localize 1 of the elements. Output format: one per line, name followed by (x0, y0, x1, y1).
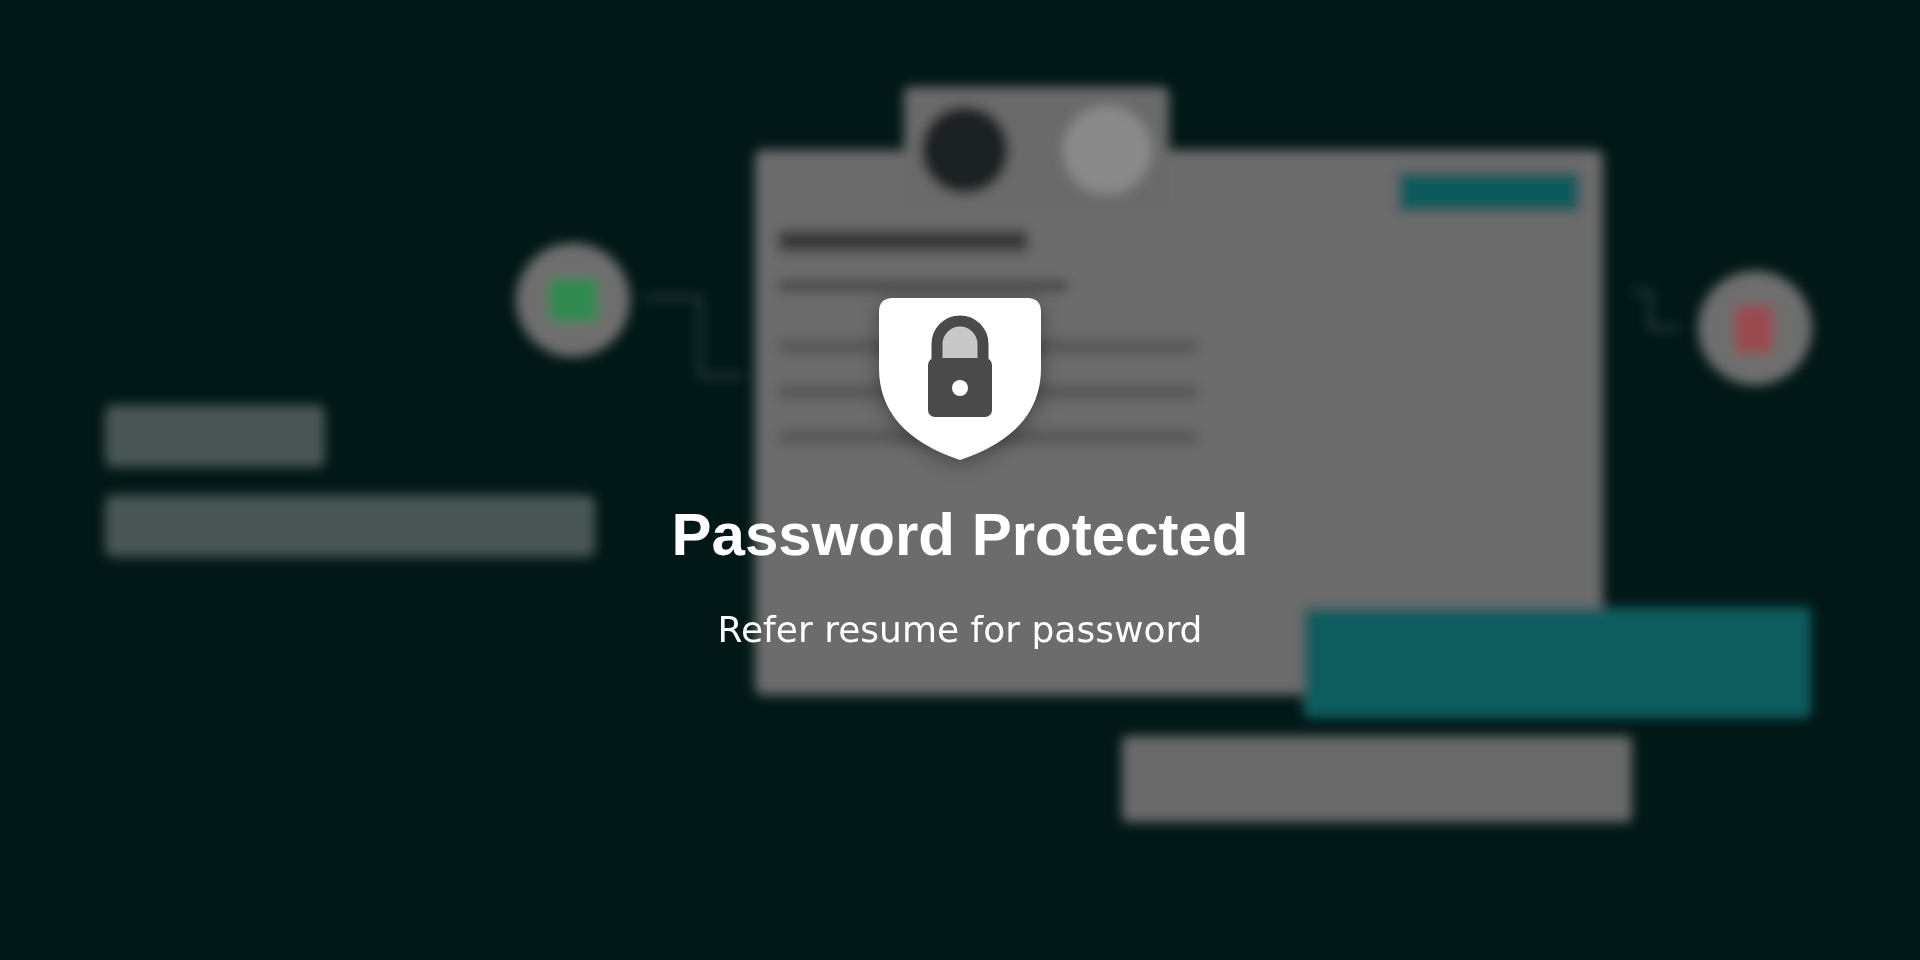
shield-lock-icon (879, 298, 1041, 460)
